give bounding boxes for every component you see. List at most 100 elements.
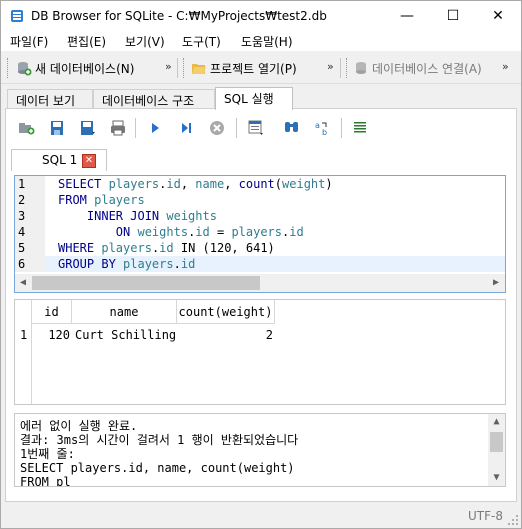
open-sql-file-icon[interactable] bbox=[48, 119, 66, 137]
scrollbar-thumb[interactable] bbox=[490, 432, 503, 452]
menu-view[interactable]: 보기(V) bbox=[125, 33, 165, 50]
code-line[interactable]: INNER JOIN weights bbox=[58, 208, 217, 224]
toolbar-overflow-1[interactable]: » bbox=[165, 60, 172, 73]
sql-identifier: weight bbox=[282, 177, 326, 191]
encoding-indicator: UTF-8 bbox=[468, 509, 503, 523]
toolbar-separator bbox=[135, 118, 136, 138]
line-number: 6 bbox=[18, 257, 26, 271]
menu-file[interactable]: 파일(F) bbox=[10, 33, 48, 50]
message-line: SELECT players.id, name, count(weight) bbox=[20, 461, 295, 475]
menu-bar: 파일(F) 편집(E) 보기(V) 도구(T) 도움말(H) bbox=[1, 31, 521, 51]
line-number: 4 bbox=[18, 225, 26, 239]
toolbar-grip[interactable] bbox=[7, 58, 10, 78]
toolbar-separator bbox=[341, 118, 342, 138]
main-toolbar: 새 데이터베이스(N) » 프로젝트 열기(P) » 데이터베이스 연결(A) … bbox=[1, 52, 521, 84]
sql-identifier: weights bbox=[166, 209, 217, 223]
message-line: 에러 없이 실행 완료. bbox=[20, 419, 138, 433]
scroll-down-icon[interactable]: ▼ bbox=[488, 470, 505, 486]
sql-toolbar: a b bbox=[11, 113, 411, 143]
sql-text: . bbox=[173, 257, 181, 271]
minimize-button[interactable]: — bbox=[384, 1, 430, 31]
print-icon[interactable] bbox=[109, 119, 127, 137]
sql-identifier: id bbox=[166, 177, 181, 191]
find-replace-icon[interactable]: a b bbox=[314, 119, 332, 137]
message-line: 1번째 줄: bbox=[20, 447, 75, 461]
open-project-button[interactable]: 프로젝트 열기(P) bbox=[191, 57, 297, 79]
row-header-column bbox=[15, 300, 32, 404]
save-sql-file-icon[interactable] bbox=[79, 119, 97, 137]
sql-keyword: GROUP BY bbox=[58, 257, 124, 271]
menu-tools[interactable]: 도구(T) bbox=[182, 33, 221, 50]
sql-tab-1[interactable]: SQL 1 ✕ bbox=[11, 149, 107, 171]
row-number[interactable]: 1 bbox=[20, 324, 27, 346]
message-line: 결과: 3ms의 시간이 걸려서 1 행이 반환되었습니다 bbox=[20, 433, 299, 447]
sql-identifier: id bbox=[289, 225, 304, 239]
toolbar-grip[interactable] bbox=[183, 58, 186, 78]
message-pane[interactable]: 에러 없이 실행 완료. 결과: 3ms의 시간이 걸려서 1 행이 반환되었습… bbox=[14, 413, 506, 487]
code-line[interactable]: WHERE players.id IN (120, 641) bbox=[58, 240, 275, 256]
code-line[interactable]: ON weights.id = players.id bbox=[58, 224, 304, 240]
message-line: FROM pl bbox=[20, 475, 71, 487]
line-number-gutter: 1 2 3 4 5 6 bbox=[15, 176, 45, 272]
code-line[interactable]: SELECT players.id, name, count(weight) bbox=[58, 176, 333, 192]
sql-text: , bbox=[180, 177, 196, 191]
sql-text: = bbox=[209, 225, 232, 239]
app-logo-icon bbox=[11, 10, 23, 22]
code-line[interactable]: FROM players bbox=[58, 192, 145, 208]
toolbar-overflow-2[interactable]: » bbox=[327, 60, 334, 73]
sql-tab-label: SQL 1 bbox=[42, 153, 78, 167]
scroll-left-icon[interactable]: ◀ bbox=[15, 275, 31, 291]
code-line[interactable]: GROUP BY players.id bbox=[58, 256, 195, 272]
execute-current-line-icon[interactable] bbox=[177, 119, 195, 137]
sql-identifier: id bbox=[180, 257, 196, 271]
app-window: DB Browser for SQLite - C:₩MyProjects₩te… bbox=[0, 0, 522, 529]
sql-identifier: weights bbox=[137, 225, 189, 239]
column-header-id[interactable]: id bbox=[32, 300, 72, 324]
close-tab-icon[interactable]: ✕ bbox=[82, 154, 96, 168]
maximize-button[interactable]: ☐ bbox=[430, 1, 476, 31]
resize-grip-icon[interactable] bbox=[507, 514, 519, 526]
cell-id[interactable]: 120 bbox=[32, 324, 70, 346]
menu-edit[interactable]: 편집(E) bbox=[67, 33, 106, 50]
toolbar-grip[interactable] bbox=[346, 58, 349, 78]
new-database-label: 새 데이터베이스(N) bbox=[35, 61, 135, 76]
column-header-name[interactable]: name bbox=[72, 300, 177, 324]
sql-identifier: players bbox=[123, 257, 174, 271]
cell-count-weight[interactable]: 2 bbox=[177, 324, 273, 346]
connect-database-button[interactable]: 데이터베이스 연결(A) bbox=[353, 57, 482, 79]
column-header-count-weight[interactable]: count(weight) bbox=[177, 300, 275, 324]
sql-text: ) bbox=[325, 177, 333, 191]
editor-horizontal-scrollbar[interactable]: ◀ ▶ bbox=[15, 274, 505, 292]
sql-keyword: ON bbox=[58, 225, 138, 239]
toolbar-overflow-3[interactable]: » bbox=[502, 60, 509, 73]
toolbar-separator bbox=[177, 58, 178, 78]
save-results-icon[interactable] bbox=[247, 119, 265, 137]
sql-keyword: count bbox=[238, 177, 275, 191]
comment-lines-icon[interactable] bbox=[351, 119, 369, 137]
menu-help[interactable]: 도움말(H) bbox=[241, 33, 293, 50]
sql-identifier: players bbox=[231, 225, 283, 239]
open-tab-icon[interactable] bbox=[17, 119, 35, 137]
tab-browse-data[interactable]: 데이터 보기 bbox=[7, 89, 93, 109]
results-grid[interactable]: id name count(weight) 1 120 Curt Schilli… bbox=[14, 299, 506, 405]
close-button[interactable]: ✕ bbox=[475, 1, 521, 31]
find-text-icon[interactable] bbox=[283, 119, 301, 137]
sql-keyword: INNER JOIN bbox=[58, 209, 167, 223]
tab-execute-sql[interactable]: SQL 실행 bbox=[215, 87, 293, 110]
sql-editor[interactable]: 1 2 3 4 5 6 SELECT players.id, name, cou… bbox=[14, 175, 506, 293]
connect-database-label: 데이터베이스 연결(A) bbox=[372, 61, 482, 76]
cell-name[interactable]: Curt Schilling bbox=[75, 324, 176, 346]
tab-database-structure[interactable]: 데이터베이스 구조 bbox=[93, 89, 215, 109]
status-bar: UTF-8 bbox=[1, 504, 521, 528]
sql-text: IN (120, 641) bbox=[173, 241, 275, 255]
scroll-right-icon[interactable]: ▶ bbox=[488, 275, 504, 291]
window-title: DB Browser for SQLite - C:₩MyProjects₩te… bbox=[31, 9, 327, 23]
execute-all-icon[interactable] bbox=[146, 119, 164, 137]
line-number: 2 bbox=[18, 193, 26, 207]
open-project-label: 프로젝트 열기(P) bbox=[210, 61, 297, 76]
scrollbar-thumb[interactable] bbox=[32, 276, 260, 290]
message-vertical-scrollbar[interactable]: ▲ ▼ bbox=[488, 414, 505, 486]
stop-execution-icon[interactable] bbox=[208, 119, 226, 137]
scroll-up-icon[interactable]: ▲ bbox=[488, 414, 505, 430]
new-database-button[interactable]: 새 데이터베이스(N) bbox=[16, 57, 134, 79]
